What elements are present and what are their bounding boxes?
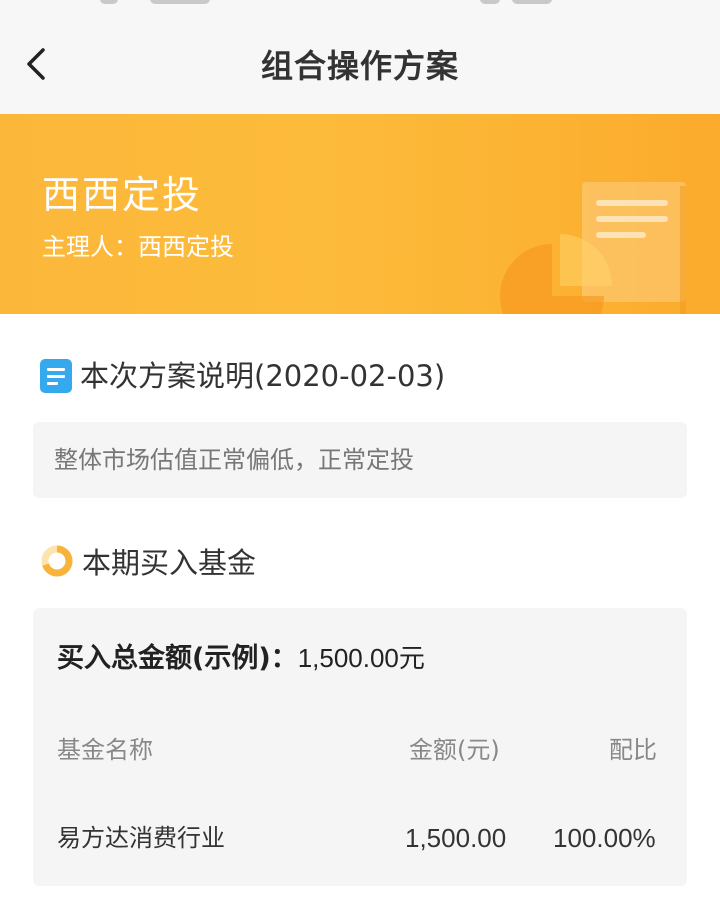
column-header-ratio: 配比: [609, 736, 657, 764]
portfolio-manager: 主理人：西西定投: [42, 233, 234, 261]
fund-ratio: 100.00%: [553, 823, 656, 853]
column-header-fund-name: 基金名称: [57, 736, 153, 764]
buy-fund-card: 买入总金额(示例)：1,500.00元 基金名称 金额(元) 配比 易方达消费行…: [33, 608, 687, 886]
fund-amount: 1,500.00: [405, 823, 507, 853]
total-amount-label: 买入总金额(示例)：: [57, 643, 298, 674]
buy-section-heading: 本期买入基金: [40, 543, 256, 583]
portfolio-name: 西西定投: [42, 173, 203, 217]
plan-description-box: 整体市场估值正常偏低，正常定投: [33, 422, 687, 498]
total-amount-value: 1,500.00元: [297, 643, 425, 673]
document-icon: [40, 359, 72, 393]
nav-bar: 组合操作方案: [0, 14, 720, 114]
page-title: 组合操作方案: [260, 47, 459, 85]
plan-description: 整体市场估值正常偏低，正常定投: [54, 446, 414, 474]
donut-chart-icon: [40, 544, 74, 582]
portfolio-banner: 西西定投 主理人：西西定投: [0, 114, 720, 314]
total-amount-row: 买入总金额(示例)：1,500.00元: [57, 640, 425, 677]
fund-name[interactable]: 易方达消费行业: [57, 822, 225, 854]
status-bar: [0, 0, 720, 14]
buy-heading-label: 本期买入基金: [82, 546, 257, 580]
column-header-amount: 金额(元): [409, 736, 500, 764]
plan-heading-label: 本次方案说明(2020-02-03): [80, 359, 446, 393]
report-illustration-icon: [500, 182, 686, 314]
plan-section-heading: 本次方案说明(2020-02-03): [40, 356, 445, 396]
